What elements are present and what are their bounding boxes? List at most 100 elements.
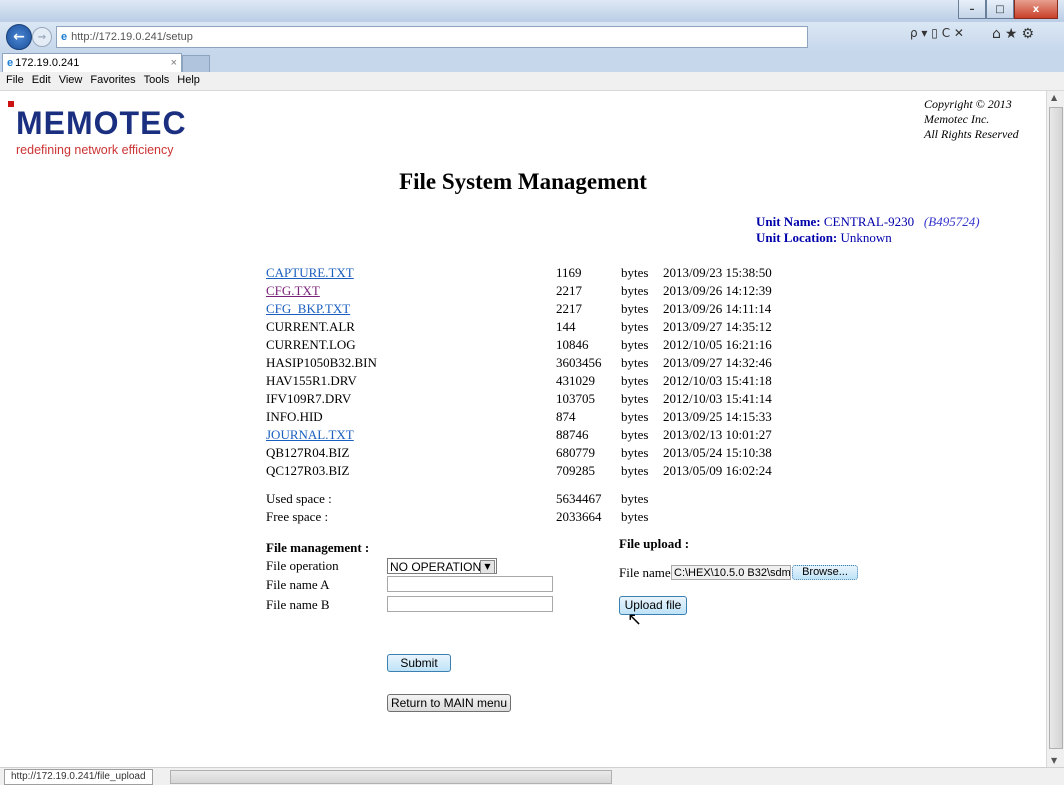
back-arrow-icon[interactable]: ← xyxy=(6,24,32,50)
file-name: HASIP1050B32.BIN xyxy=(266,355,377,370)
file-size: 874 xyxy=(556,409,576,424)
file-size-unit: bytes xyxy=(621,409,649,424)
upload-file-name-label: File name xyxy=(619,565,671,580)
file-name-a-label: File name A xyxy=(266,577,330,592)
file-date: 2013/05/09 16:02:24 xyxy=(663,463,772,478)
file-link-cfg-bkp[interactable]: CFG_BKP.TXT xyxy=(266,301,350,317)
file-size-unit: bytes xyxy=(621,283,649,298)
copyright-line: Memotec Inc. xyxy=(924,112,990,126)
forward-arrow-icon[interactable]: → xyxy=(32,27,52,47)
file-name: CURRENT.ALR xyxy=(266,319,355,334)
tab-close-icon[interactable]: × xyxy=(171,54,177,73)
vertical-scroll-thumb[interactable] xyxy=(1049,107,1063,749)
status-bar: http://172.19.0.241/file_upload xyxy=(0,767,1064,785)
upload-file-path-field[interactable]: C:\HEX\10.5.0 B32\sdm xyxy=(671,565,791,580)
file-size: 2217 xyxy=(556,301,582,316)
file-date: 2013/09/25 14:15:33 xyxy=(663,409,772,424)
used-space-unit: bytes xyxy=(621,491,649,506)
chevron-down-icon[interactable]: ▼ xyxy=(480,560,495,574)
return-main-menu-button[interactable]: Return to MAIN menu xyxy=(387,694,511,712)
file-link-journal[interactable]: JOURNAL.TXT xyxy=(266,427,354,443)
ie-page-icon: e xyxy=(61,31,68,43)
file-name: HAV155R1.DRV xyxy=(266,373,357,388)
file-size: 1169 xyxy=(556,265,582,280)
file-name-a-input[interactable] xyxy=(387,576,553,592)
scroll-down-icon[interactable]: ▼ xyxy=(1051,756,1057,765)
vertical-scrollbar[interactable]: ▲ ▼ xyxy=(1046,91,1064,767)
free-space-value: 2033664 xyxy=(556,509,602,524)
menu-edit[interactable]: Edit xyxy=(28,72,55,88)
tab-title: 172.19.0.241 xyxy=(15,57,80,69)
address-tools[interactable]: ρ ▾ ▯ C ✕ xyxy=(910,26,964,40)
mouse-cursor-icon: ↖ xyxy=(627,609,643,630)
maximize-button[interactable]: □ xyxy=(986,0,1014,19)
logo-word: MEMOTEC xyxy=(16,105,187,141)
menu-file[interactable]: File xyxy=(2,72,28,88)
tab-row: e 172.19.0.241 × xyxy=(0,52,1064,73)
file-date: 2012/10/03 15:41:14 xyxy=(663,391,772,406)
file-name: INFO.HID xyxy=(266,409,323,424)
file-date: 2013/09/26 14:11:14 xyxy=(663,301,772,316)
menu-favorites[interactable]: Favorites xyxy=(86,72,139,88)
menu-tools[interactable]: Tools xyxy=(140,72,174,88)
file-date: 2013/05/24 15:10:38 xyxy=(663,445,772,460)
minimize-button[interactable]: – xyxy=(958,0,986,19)
toolbar-icons[interactable]: ⌂★⚙ xyxy=(992,26,1038,42)
file-size-unit: bytes xyxy=(621,373,649,388)
copyright-notice: Copyright © 2013 Memotec Inc. All Rights… xyxy=(924,97,1034,142)
file-size: 680779 xyxy=(556,445,595,460)
address-bar[interactable]: e http://172.19.0.241/setup xyxy=(56,26,808,48)
file-size-unit: bytes xyxy=(621,265,649,280)
menu-bar: File Edit View Favorites Tools Help xyxy=(0,72,1064,91)
browser-tab[interactable]: e 172.19.0.241 × xyxy=(2,53,182,73)
file-upload-heading: File upload : xyxy=(619,536,690,551)
close-window-button[interactable]: x xyxy=(1014,0,1058,19)
unit-serial: (B495724) xyxy=(923,214,980,229)
file-name: IFV109R7.DRV xyxy=(266,391,352,406)
address-row: ← → e http://172.19.0.241/setup ρ ▾ ▯ C ✕… xyxy=(0,22,1064,52)
file-size: 88746 xyxy=(556,427,589,442)
file-size: 3603456 xyxy=(556,355,602,370)
gear-icon[interactable]: ⚙ xyxy=(1021,26,1038,42)
file-size-unit: bytes xyxy=(621,391,649,406)
unit-name: CENTRAL-9230 xyxy=(823,214,915,229)
unit-location-label: Unit Location: xyxy=(756,230,838,245)
file-date: 2012/10/03 15:41:18 xyxy=(663,373,772,388)
file-operation-select[interactable]: NO OPERATION ▼ xyxy=(387,558,497,574)
page-content: MEMOTEC redefining network efficiency Co… xyxy=(0,91,1046,767)
browse-button[interactable]: Browse... xyxy=(792,565,858,580)
page-title: File System Management xyxy=(399,169,647,194)
file-date: 2012/10/05 16:21:16 xyxy=(663,337,772,352)
address-text: http://172.19.0.241/setup xyxy=(71,31,193,43)
file-size: 431029 xyxy=(556,373,595,388)
file-name: QC127R03.BIZ xyxy=(266,463,350,478)
copyright-line: All Rights Reserved xyxy=(924,127,1019,141)
unit-location: Unknown xyxy=(840,230,892,245)
file-size: 709285 xyxy=(556,463,595,478)
menu-help[interactable]: Help xyxy=(173,72,204,88)
new-tab-button[interactable] xyxy=(182,55,210,73)
home-icon[interactable]: ⌂ xyxy=(992,26,1005,42)
menu-view[interactable]: View xyxy=(55,72,87,88)
copyright-line: Copyright © 2013 xyxy=(924,97,1012,111)
file-date: 2013/09/26 14:12:39 xyxy=(663,283,772,298)
horizontal-scrollbar[interactable] xyxy=(170,770,612,784)
file-name-b-input[interactable] xyxy=(387,596,553,612)
submit-button[interactable]: Submit xyxy=(387,654,451,672)
file-size-unit: bytes xyxy=(621,427,649,442)
file-size: 10846 xyxy=(556,337,589,352)
file-link-cfg[interactable]: CFG.TXT xyxy=(266,283,320,299)
unit-info: Unit Name: CENTRAL-9230 (B495724) Unit L… xyxy=(756,214,980,246)
file-size: 103705 xyxy=(556,391,595,406)
file-link-capture[interactable]: CAPTURE.TXT xyxy=(266,265,354,281)
file-size-unit: bytes xyxy=(621,337,649,352)
file-date: 2013/02/13 10:01:27 xyxy=(663,427,772,442)
used-space-label: Used space : xyxy=(266,491,332,506)
file-name: QB127R04.BIZ xyxy=(266,445,350,460)
ie-tab-icon: e xyxy=(7,57,14,69)
favorites-star-icon[interactable]: ★ xyxy=(1005,26,1022,42)
file-size-unit: bytes xyxy=(621,301,649,316)
logo-mark xyxy=(8,101,14,107)
file-size-unit: bytes xyxy=(621,445,649,460)
scroll-up-icon[interactable]: ▲ xyxy=(1051,93,1057,102)
